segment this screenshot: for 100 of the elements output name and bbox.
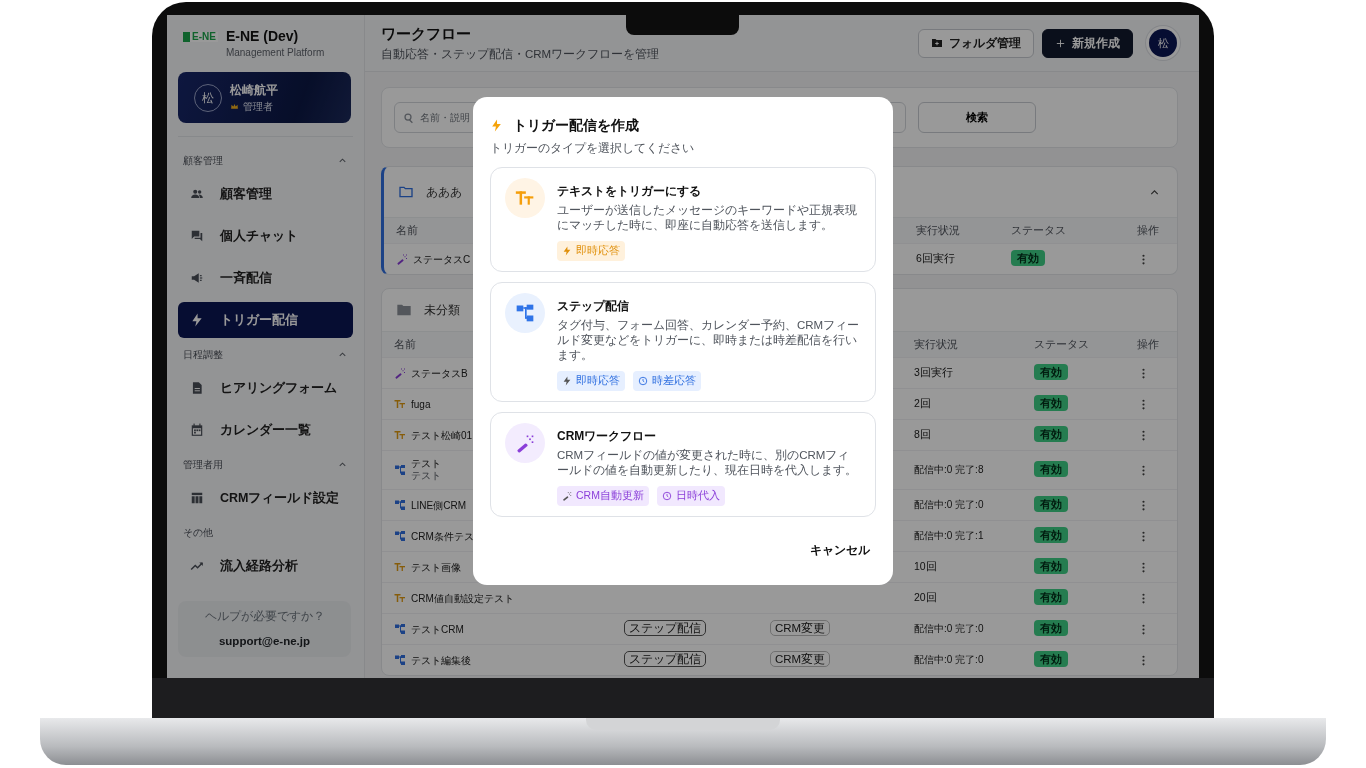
type-tag: ステップ配信 [624,651,706,668]
help-text: ヘルプが必要ですか？ [204,608,325,624]
option-description: タグ付与、フォーム回答、カレンダー予約、CRMフィールド変更などをトリガーに、即時または時差配信を行います。 [557,318,861,363]
section-title: 顧客管理 [183,153,223,168]
column-header: 操作 [1137,223,1159,236]
lightning-icon [490,119,503,132]
column-header: ステータス [1011,223,1066,236]
section-title: 管理者用 [183,457,223,472]
document-icon [190,381,204,395]
nav-item[interactable]: ヒアリングフォーム [178,370,353,406]
workflow-name[interactable]: LINE側CRM [411,497,466,513]
search-icon [403,111,415,124]
support-email[interactable]: support@e-ne.jp [218,633,311,651]
workflow-name[interactable]: テスト編集後 [411,652,471,668]
feature-tag: 即時応答 [557,371,625,391]
column-header: ステータス [1034,337,1089,350]
workflow-name[interactable]: fuga [411,396,431,412]
nav-item[interactable]: 一斉配信 [178,260,353,296]
modal-title: トリガー配信を作成 [513,116,639,135]
execution-status: 配信中:0 完了:1 [914,530,984,542]
feature-tag: CRM自動更新 [557,485,649,506]
calendar-icon [190,423,204,437]
execution-status: 20回 [914,591,937,604]
flow-icon [515,303,535,323]
option-card[interactable]: テキストをトリガーにする ユーザーが送信したメッセージのキーワードや正規表現にマッチした時に、即座に自動応答を送信します。 即時応答 [490,167,876,272]
text-icon [394,429,406,441]
folder-button[interactable]: フォルダ管理 [918,28,1034,58]
column-header: 名前 [396,223,418,236]
workflow-name[interactable]: テスト画像 [411,559,461,575]
option-card[interactable]: ステップ配信 タグ付与、フォーム回答、カレンダー予約、CRMフィールド変更などをトリガーに、即時または時差配信を行います。 即時応答 時差応答 [490,282,876,402]
section-title: その他 [183,525,213,540]
folder-plus-icon [931,37,943,49]
text-icon [394,398,406,410]
clock-icon [661,490,672,501]
column-header: 実行状況 [914,337,958,350]
nav-item[interactable]: CRMフィールド設定 [178,480,353,516]
workflow-name[interactable]: テスト [411,457,441,470]
status-tag: 有効 [1034,364,1068,381]
app-tagline: Management Platform [225,46,325,60]
workflow-name[interactable]: テスト松崎01 [411,427,473,443]
trigger-tag: CRM変更 [770,620,831,637]
new-button[interactable]: 新規作成 [1042,28,1133,58]
crown-icon [230,102,239,111]
column-header: 実行状況 [916,223,960,236]
option-title: テキストをトリガーにする [557,183,702,201]
workflow-name[interactable]: ステータスC [413,251,471,267]
execution-status: 配信中:0 完了:0 [914,623,984,635]
wand-icon [562,490,572,501]
nav-item[interactable]: 流入経路分析 [178,548,353,584]
workflow-description: テスト [411,470,441,483]
option-card[interactable]: CRMワークフロー CRMフィールドの値が変更された時に、別のCRMフィールドの値を自動更新したり、現在日時を代入します。 CRM自動更新 日時代入 [490,411,876,517]
page-subtitle: 自動応答・ステップ配信・CRMワークフローを管理 [381,46,660,62]
feature-tag: 時差応答 [633,371,701,391]
flow-icon [394,499,406,511]
feature-tag: 日時代入 [656,485,725,506]
status-tag: 有効 [1034,496,1068,513]
status-tag: 有効 [1034,395,1068,412]
status-tag: 有効 [1034,461,1068,478]
lightning-icon [190,313,204,327]
status-tag: 有効 [1034,527,1068,544]
clock-icon [638,375,648,386]
wand-icon [396,253,408,265]
text-icon [394,592,406,604]
lightning-icon [562,246,572,257]
option-title: ステップ配信 [557,298,630,315]
page-title: ワークフロー [381,24,472,45]
plus-icon [1055,37,1066,49]
execution-status: 6回実行 [916,252,955,265]
workflow-name[interactable]: ステータスB [411,365,468,381]
nav-item[interactable]: カレンダー一覧 [178,412,353,448]
wand-icon [394,367,406,379]
flow-icon [394,464,406,476]
nav-item[interactable]: トリガー配信 [178,302,353,338]
execution-status: 8回 [914,428,931,441]
lightning-icon [562,375,572,386]
status-tag: 有効 [1034,589,1068,606]
status-tag: 有効 [1034,558,1068,575]
status-tag: 有効 [1034,426,1068,443]
flow-icon [394,623,406,635]
chat-icon [190,229,204,243]
workflow-name[interactable]: CRM条件テス [411,528,474,544]
column-header: 名前 [394,337,416,350]
nav-item[interactable]: 顧客管理 [178,176,353,212]
cancel-button[interactable]: キャンセル [804,541,876,561]
workflow-name[interactable]: CRM値自動設定テスト [411,590,514,606]
search-button[interactable]: 検索 [918,102,1036,133]
people-icon [190,187,204,201]
status-tag: 有効 [1034,620,1068,637]
workflow-name[interactable]: テストCRM [411,621,464,637]
type-tag: ステップ配信 [624,620,706,637]
folder-name[interactable]: あああ [426,183,462,201]
user-card[interactable]: 松 松崎航平 管理者 [178,72,351,123]
option-description: ユーザーが送信したメッセージのキーワードや正規表現にマッチした時に、即座に自動応答を送信します。 [557,203,858,234]
execution-status: 配信中:0 完了:0 [914,499,984,511]
nav-item[interactable]: 個人チャット [178,218,353,254]
user-avatar[interactable]: 松 [1149,29,1177,57]
execution-status: 10回 [914,560,937,573]
folder-name[interactable]: 未分類 [424,301,460,319]
status-tag: 有効 [1011,250,1045,267]
user-name: 松崎航平 [230,82,278,99]
